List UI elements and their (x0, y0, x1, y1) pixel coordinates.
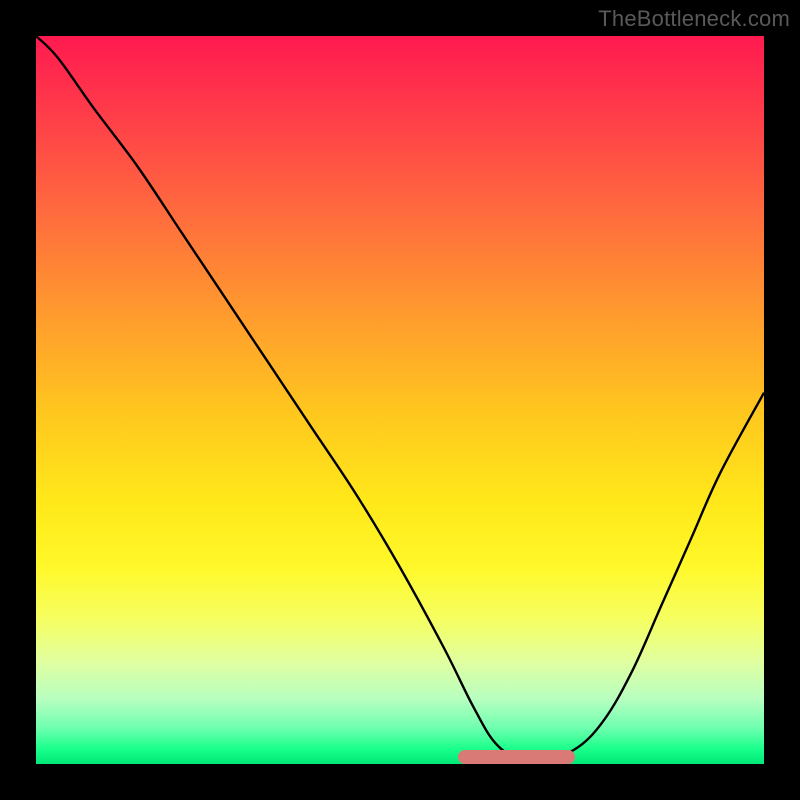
bottleneck-curve-path (36, 36, 764, 758)
optimal-region-marker (458, 750, 574, 764)
curve-svg (36, 36, 764, 764)
plot-area (36, 36, 764, 764)
chart-frame: TheBottleneck.com (0, 0, 800, 800)
watermark-text: TheBottleneck.com (598, 6, 790, 32)
